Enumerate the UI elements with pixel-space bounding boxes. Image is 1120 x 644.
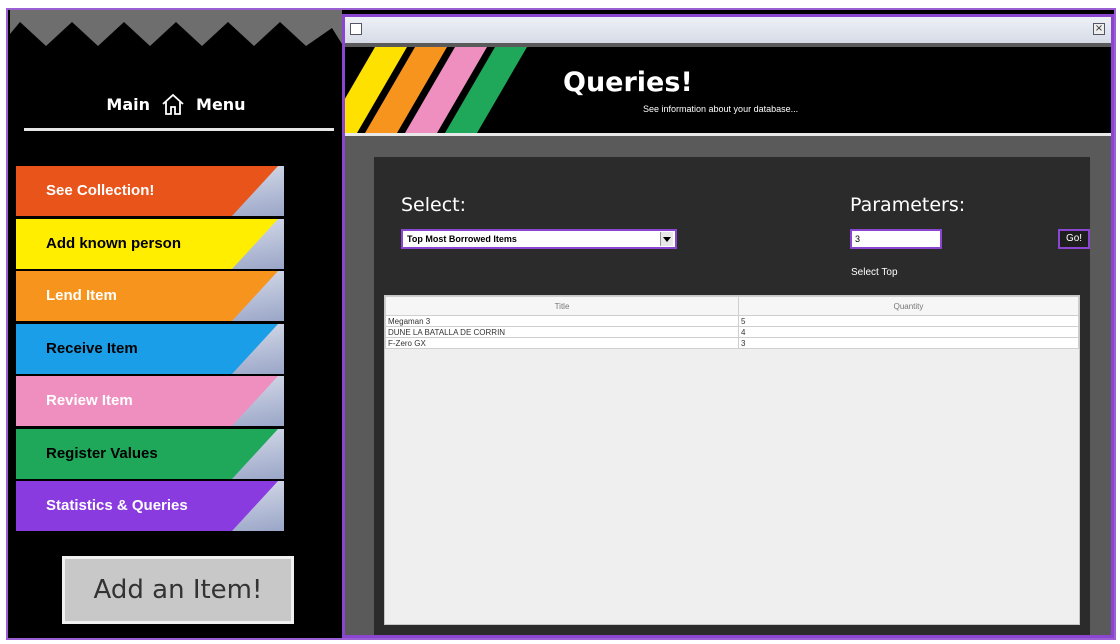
parameters-label: Parameters: bbox=[850, 194, 966, 216]
table-row[interactable]: F-Zero GX 3 bbox=[385, 337, 1079, 349]
cell-title: F-Zero GX bbox=[385, 337, 739, 349]
add-item-button[interactable]: Add an Item! bbox=[62, 556, 294, 624]
parameter-input[interactable]: 3 bbox=[850, 229, 942, 249]
sidebar-item-5[interactable]: Register Values bbox=[16, 428, 284, 479]
queries-banner: Queries! See information about your data… bbox=[345, 47, 1111, 133]
main-menu-title-right: Menu bbox=[196, 94, 246, 114]
go-button[interactable]: Go! bbox=[1058, 229, 1090, 249]
sidebar-item-1[interactable]: Add known person bbox=[16, 218, 284, 269]
results-table-container: Title Quantity Megaman 3 5 DUNE LA BATAL… bbox=[384, 295, 1080, 625]
query-type-value: Top Most Borrowed Items bbox=[407, 234, 517, 244]
sidebar-item-3[interactable]: Receive Item bbox=[16, 323, 284, 374]
sidebar-item-2[interactable]: Lend Item bbox=[16, 271, 284, 321]
main-menu-sidebar: Main Menu See Collection! Add known perso… bbox=[10, 10, 342, 638]
queries-window: × Queries! See information about your da… bbox=[342, 14, 1114, 638]
window-icon bbox=[350, 23, 362, 35]
sidebar-item-label: Review Item bbox=[46, 392, 133, 409]
sidebar-item-label: Add known person bbox=[46, 234, 181, 252]
query-type-select[interactable]: Top Most Borrowed Items bbox=[401, 229, 677, 249]
banner-divider bbox=[345, 133, 1111, 136]
sidebar-item-4[interactable]: Review Item bbox=[16, 376, 284, 426]
menu-divider bbox=[24, 128, 334, 131]
sidebar-item-label: Register Values bbox=[46, 444, 158, 462]
window-titlebar: × bbox=[345, 17, 1111, 43]
zigzag-border bbox=[10, 10, 342, 46]
table-row[interactable]: Megaman 3 5 bbox=[385, 315, 1079, 327]
column-header-title[interactable]: Title bbox=[385, 296, 739, 316]
sidebar-item-label: Receive Item bbox=[46, 339, 138, 357]
cell-quantity: 4 bbox=[738, 326, 1079, 338]
sidebar-item-6[interactable]: Statistics & Queries bbox=[16, 481, 284, 531]
page-title: Queries! bbox=[563, 67, 693, 98]
rainbow-stripes-logo bbox=[345, 47, 527, 133]
results-table: Title Quantity Megaman 3 5 DUNE LA BATAL… bbox=[385, 296, 1079, 349]
parameter-hint: Select Top bbox=[851, 267, 898, 278]
table-header-row: Title Quantity bbox=[385, 296, 1079, 316]
page-subtitle: See information about your database... bbox=[643, 104, 799, 114]
chevron-down-icon[interactable] bbox=[660, 232, 673, 246]
column-header-quantity[interactable]: Quantity bbox=[738, 296, 1079, 316]
window-close-icon[interactable]: × bbox=[1093, 23, 1105, 35]
cell-quantity: 5 bbox=[738, 315, 1079, 327]
main-menu-header: Main Menu bbox=[10, 84, 342, 124]
table-row[interactable]: DUNE LA BATALLA DE CORRIN 4 bbox=[385, 326, 1079, 338]
sidebar-item-0[interactable]: See Collection! bbox=[16, 166, 284, 216]
sidebar-item-label: Statistics & Queries bbox=[46, 497, 188, 514]
select-label: Select: bbox=[401, 194, 467, 216]
main-menu-title-left: Main bbox=[106, 94, 151, 114]
home-icon bbox=[162, 93, 184, 115]
cell-title: Megaman 3 bbox=[385, 315, 739, 327]
cell-quantity: 3 bbox=[738, 337, 1079, 349]
sidebar-item-label: See Collection! bbox=[46, 182, 155, 199]
cell-title: DUNE LA BATALLA DE CORRIN bbox=[385, 326, 739, 338]
query-panel: Select: Top Most Borrowed Items Paramete… bbox=[374, 157, 1090, 635]
sidebar-item-label: Lend Item bbox=[46, 287, 117, 304]
